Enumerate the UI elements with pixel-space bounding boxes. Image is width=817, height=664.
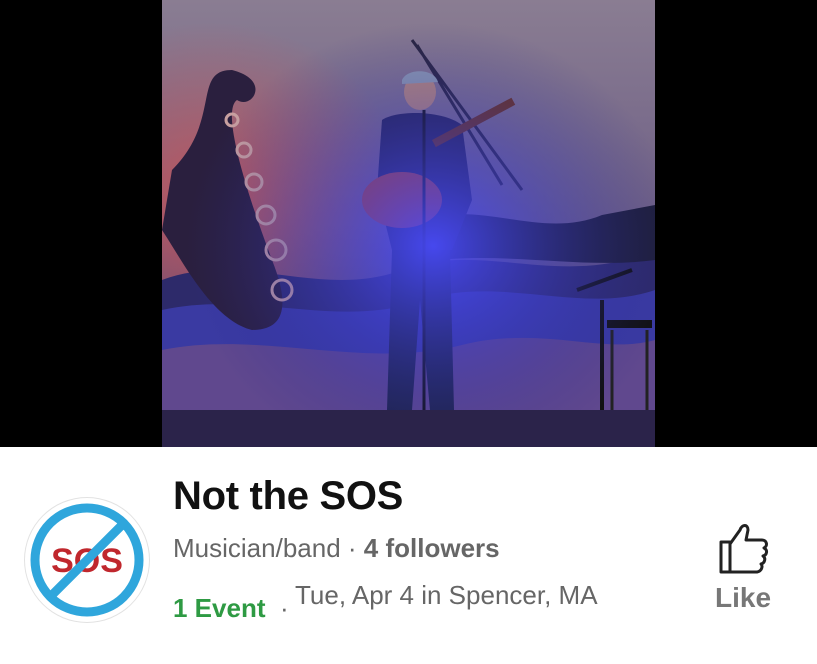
page-avatar[interactable]: SOS [25, 498, 149, 622]
event-separator: · [280, 593, 289, 623]
cover-photo-area[interactable] [0, 0, 817, 447]
event-detail: Tue, Apr 4 in Spencer, MA [295, 580, 598, 610]
thumbs-up-icon [719, 524, 768, 574]
page-meta: Musician/band · 4 followers [173, 533, 500, 564]
like-label: Like [714, 582, 772, 613]
meta-separator: · [347, 533, 357, 563]
events-count[interactable]: 1 Event [173, 593, 266, 624]
stage-photo-illustration [162, 0, 655, 447]
followers-count[interactable]: 4 followers [364, 533, 500, 563]
cover-photo[interactable] [162, 0, 655, 447]
event-row[interactable]: 1 Event · Tue, Apr 4 in Spencer, MA [173, 578, 643, 648]
like-button[interactable]: Like [700, 520, 786, 620]
page-category: Musician/band [173, 533, 341, 563]
page-title[interactable]: Not the SOS [173, 474, 403, 519]
no-sos-logo-icon: SOS [30, 503, 144, 617]
